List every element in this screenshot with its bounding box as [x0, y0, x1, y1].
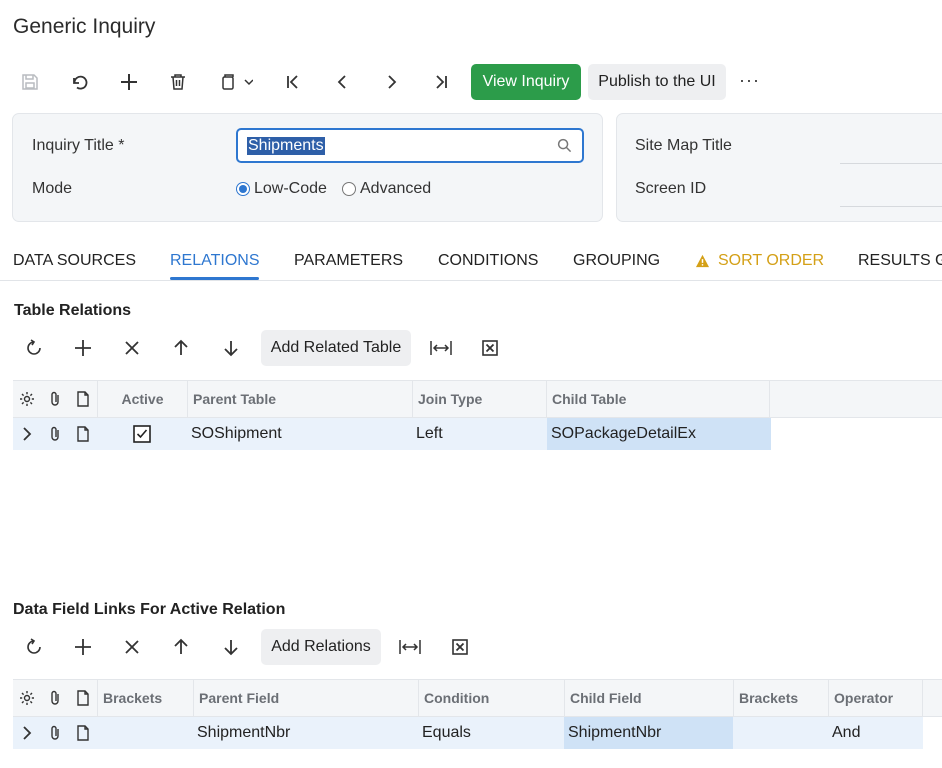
last-record-icon[interactable]: [425, 66, 457, 98]
child-table-cell[interactable]: SOPackageDetailEx: [547, 418, 771, 450]
tab-data-sources[interactable]: DATA SOURCES: [13, 252, 136, 270]
publish-to-ui-button[interactable]: Publish to the UI: [588, 64, 726, 100]
delete-icon[interactable]: [162, 66, 194, 98]
mode-low-code-radio[interactable]: [236, 182, 250, 196]
column-active[interactable]: Active: [97, 381, 187, 417]
add-related-table-button[interactable]: Add Related Table: [261, 330, 411, 366]
site-map-title-label: Site Map Title: [635, 137, 732, 154]
table-relations-title: Table Relations: [14, 302, 132, 319]
condition-cell[interactable]: Equals: [422, 717, 471, 749]
search-icon[interactable]: [557, 138, 572, 158]
add-relations-button[interactable]: Add Relations: [261, 629, 381, 665]
attachment-icon: [41, 680, 69, 716]
active-tab-indicator: [170, 277, 259, 280]
screen-id-field[interactable]: [840, 206, 942, 207]
active-checkbox[interactable]: [97, 418, 187, 450]
move-down-icon[interactable]: [215, 631, 247, 663]
column-child-field[interactable]: Child Field: [564, 680, 733, 716]
screen-id-label: Screen ID: [635, 180, 707, 197]
next-record-icon[interactable]: [376, 66, 408, 98]
mode-low-code-label[interactable]: Low-Code: [254, 180, 327, 198]
mode-advanced-radio[interactable]: [342, 182, 356, 196]
child-field-cell[interactable]: ShipmentNbr: [564, 717, 733, 749]
export-excel-icon[interactable]: [474, 332, 506, 364]
tab-results-grid[interactable]: RESULTS G: [858, 252, 942, 270]
join-type-cell[interactable]: Left: [416, 418, 443, 450]
more-menu-icon[interactable]: ···: [739, 70, 760, 91]
site-map-title-field[interactable]: [840, 163, 942, 164]
save-icon[interactable]: [14, 66, 46, 98]
delete-row-icon[interactable]: [116, 631, 148, 663]
note-icon[interactable]: [69, 418, 97, 450]
tab-conditions[interactable]: CONDITIONS: [438, 252, 538, 270]
grid-settings-icon[interactable]: [13, 381, 41, 417]
inquiry-title-input[interactable]: Shipments: [236, 128, 584, 163]
column-condition[interactable]: Condition: [418, 680, 564, 716]
column-join-type[interactable]: Join Type: [412, 381, 546, 417]
move-up-icon[interactable]: [165, 631, 197, 663]
page-title: Generic Inquiry: [13, 15, 156, 38]
refresh-icon[interactable]: [18, 631, 50, 663]
parent-table-cell[interactable]: SOShipment: [191, 418, 282, 450]
delete-row-icon[interactable]: [116, 332, 148, 364]
note-icon: [69, 680, 97, 716]
move-up-icon[interactable]: [165, 332, 197, 364]
tab-bar: DATA SOURCES RELATIONS PARAMETERS CONDIT…: [0, 246, 942, 281]
inquiry-title-value: Shipments: [247, 137, 325, 155]
operator-cell[interactable]: And: [832, 717, 860, 749]
view-inquiry-button[interactable]: View Inquiry: [471, 64, 581, 100]
column-close-brackets[interactable]: Brackets: [733, 680, 828, 716]
mode-label: Mode: [32, 180, 73, 197]
table-row[interactable]: ShipmentNbr Equals ShipmentNbr And: [13, 717, 923, 749]
first-record-icon[interactable]: [277, 66, 309, 98]
attachment-icon[interactable]: [41, 717, 69, 749]
fit-columns-icon[interactable]: [394, 631, 426, 663]
relations-grid-header: Active Parent Table Join Type Child Tabl…: [13, 380, 942, 418]
export-excel-icon[interactable]: [444, 631, 476, 663]
table-row[interactable]: SOShipment Left SOPackageDetailEx: [13, 418, 771, 450]
column-parent-field[interactable]: Parent Field: [193, 680, 418, 716]
previous-record-icon[interactable]: [326, 66, 358, 98]
mode-advanced-label[interactable]: Advanced: [360, 180, 431, 198]
note-icon: [69, 381, 97, 417]
tab-sort-order[interactable]: SORT ORDER: [718, 252, 824, 270]
add-icon[interactable]: [113, 66, 145, 98]
copy-paste-icon[interactable]: [214, 66, 258, 98]
attachment-icon[interactable]: [41, 418, 69, 450]
tab-relations[interactable]: RELATIONS: [170, 252, 260, 270]
move-down-icon[interactable]: [215, 332, 247, 364]
tab-parameters[interactable]: PARAMETERS: [294, 252, 403, 270]
parent-field-cell[interactable]: ShipmentNbr: [197, 717, 290, 749]
column-parent-table[interactable]: Parent Table: [187, 381, 412, 417]
warning-icon: [695, 254, 710, 273]
inquiry-title-label: Inquiry Title *: [32, 137, 125, 154]
field-links-title: Data Field Links For Active Relation: [13, 601, 286, 618]
attachment-icon: [41, 381, 69, 417]
chevron-right-icon[interactable]: [13, 418, 41, 450]
column-child-table[interactable]: Child Table: [546, 381, 770, 417]
column-open-brackets[interactable]: Brackets: [97, 680, 193, 716]
undo-icon[interactable]: [63, 66, 95, 98]
grid-settings-icon[interactable]: [13, 680, 41, 716]
field-links-grid-header: Brackets Parent Field Condition Child Fi…: [13, 679, 942, 717]
add-row-icon[interactable]: [67, 631, 99, 663]
refresh-icon[interactable]: [18, 332, 50, 364]
tab-grouping[interactable]: GROUPING: [573, 252, 660, 270]
note-icon[interactable]: [69, 717, 97, 749]
add-row-icon[interactable]: [67, 332, 99, 364]
fit-columns-icon[interactable]: [425, 332, 457, 364]
chevron-right-icon[interactable]: [13, 717, 41, 749]
column-operator[interactable]: Operator: [828, 680, 923, 716]
